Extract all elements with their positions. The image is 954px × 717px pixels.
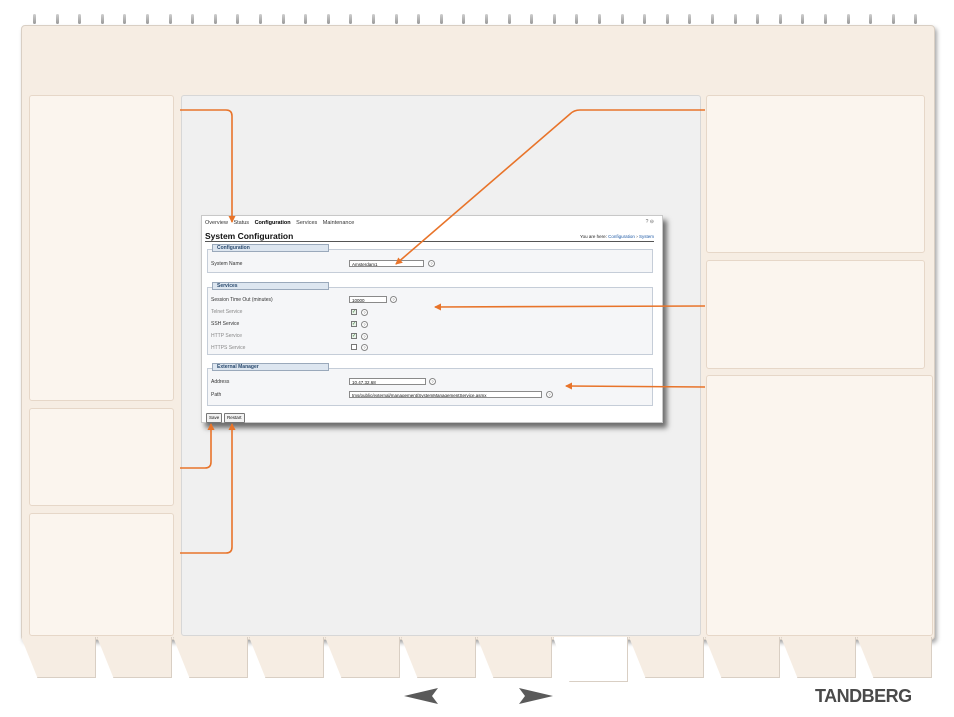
callout-line-system-name [395, 109, 705, 265]
callout-line-save [180, 423, 215, 469]
callout-line-restart [180, 423, 236, 554]
left-arrow-icon[interactable] [404, 688, 438, 704]
callout-line-external-manager [565, 382, 706, 390]
callout-line-nav [180, 109, 236, 223]
right-arrow-icon[interactable] [519, 688, 553, 704]
callout-lines [180, 109, 706, 554]
tandberg-logo: TANDBERG [815, 686, 912, 706]
callout-line-services [434, 303, 706, 311]
